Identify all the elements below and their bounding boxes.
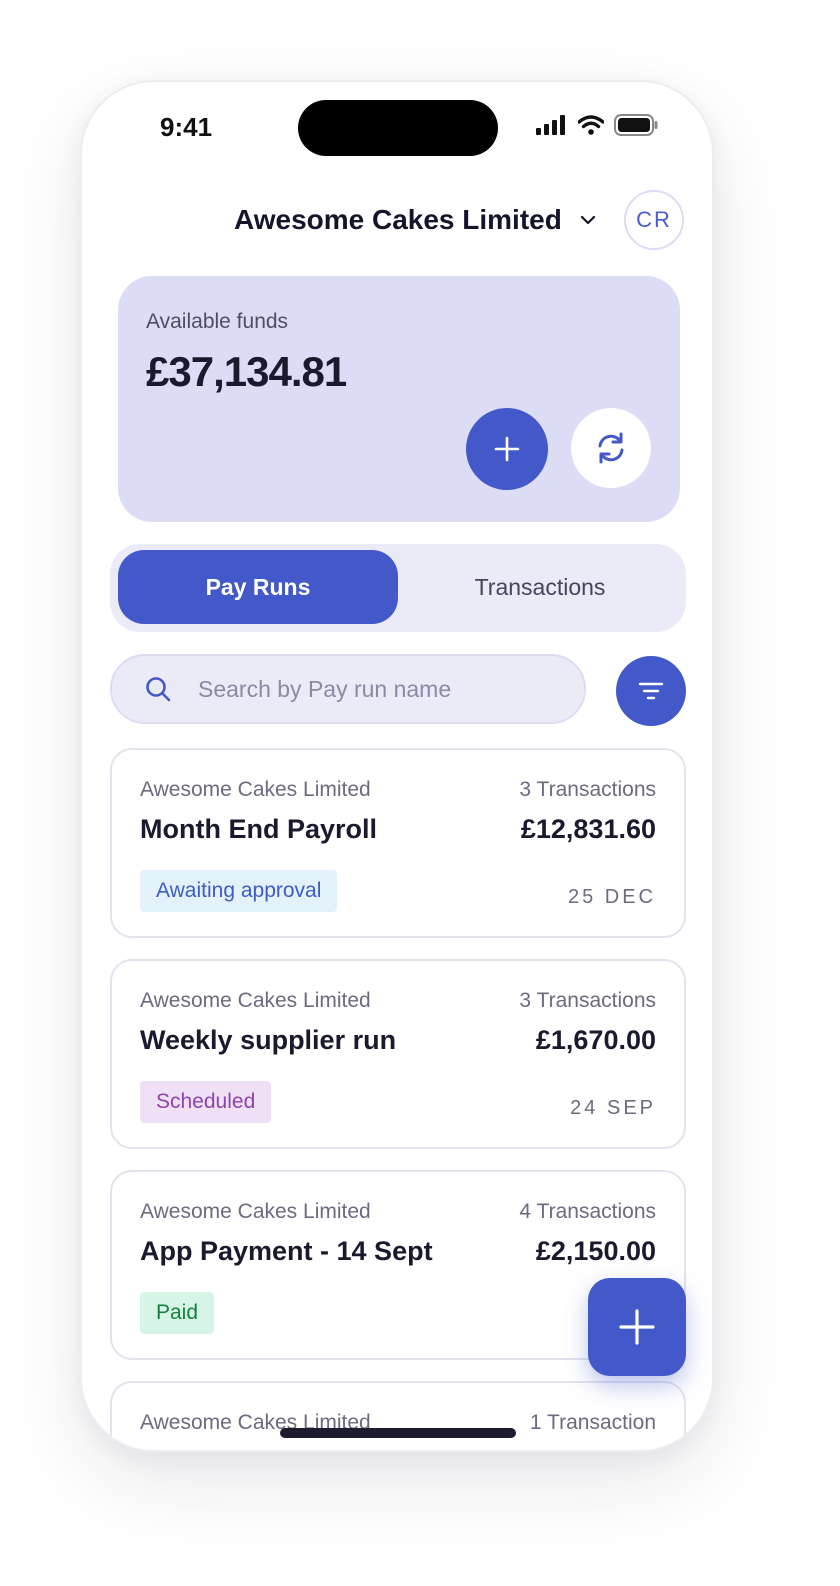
- card-transaction-count: 4 Transactions: [519, 1200, 656, 1223]
- tab-bar: Pay Runs Transactions: [110, 544, 686, 632]
- create-pay-run-button[interactable]: [588, 1278, 686, 1376]
- card-company: Awesome Cakes Limited: [140, 778, 371, 801]
- card-date: 25 DEC: [567, 886, 656, 908]
- card-transaction-count: 1 Transaction: [529, 1411, 656, 1434]
- refresh-button[interactable]: [571, 408, 651, 488]
- status-time: 9:41: [160, 112, 213, 142]
- battery-icon: [614, 114, 658, 136]
- search-placeholder: Search by Pay run name: [198, 675, 452, 702]
- filter-icon: [638, 682, 664, 700]
- home-indicator: [280, 1428, 516, 1438]
- signal-icon: [536, 115, 565, 135]
- card-amount: £2,150.00: [535, 1236, 656, 1266]
- avatar[interactable]: CR: [624, 190, 684, 250]
- tab-transactions[interactable]: Transactions: [400, 550, 680, 624]
- card-company: Awesome Cakes Limited: [140, 989, 371, 1012]
- phone-frame: 9:41 Awesome Cakes Limited CR Available …: [80, 80, 714, 1452]
- status-badge: Paid: [140, 1292, 215, 1334]
- plus-icon: [619, 1309, 655, 1345]
- search-icon: [144, 675, 172, 703]
- card-transaction-count: 3 Transactions: [519, 778, 656, 801]
- card-company: Awesome Cakes Limited: [140, 1200, 371, 1223]
- card-pay-run-name: App Payment - 14 Sept: [140, 1236, 433, 1266]
- chevron-down-icon: [580, 215, 595, 225]
- card-date: 24 SEP: [570, 1097, 656, 1119]
- company-name: Awesome Cakes Limited: [234, 204, 562, 235]
- tab-pay-runs[interactable]: Pay Runs: [118, 550, 398, 624]
- funds-amount: £37,134.81: [146, 348, 347, 395]
- refresh-icon: [598, 432, 624, 464]
- card-amount: £12,831.60: [520, 814, 656, 844]
- pay-run-card[interactable]: Awesome Cakes Limited Month End Payroll …: [110, 748, 686, 938]
- company-switcher[interactable]: Awesome Cakes Limited: [234, 204, 596, 236]
- card-pay-run-name: Weekly supplier run: [140, 1025, 397, 1055]
- card-amount: £1,670.00: [535, 1025, 656, 1055]
- search-input[interactable]: Search by Pay run name: [110, 654, 586, 724]
- status-icons: [536, 114, 658, 136]
- dynamic-island: [298, 100, 498, 156]
- add-funds-button[interactable]: [466, 408, 548, 490]
- card-pay-run-name: Month End Payroll: [140, 814, 378, 844]
- funds-card: Available funds £37,134.81: [118, 276, 680, 522]
- plus-icon: [494, 436, 520, 462]
- pay-run-card[interactable]: Awesome Cakes Limited Weekly supplier ru…: [110, 959, 686, 1149]
- card-transaction-count: 3 Transactions: [519, 989, 656, 1012]
- wifi-icon: [578, 115, 604, 135]
- funds-label: Available funds: [146, 310, 289, 333]
- filter-button[interactable]: [616, 656, 686, 726]
- header: Awesome Cakes Limited: [82, 200, 712, 244]
- status-badge: Awaiting approval: [140, 870, 338, 912]
- pay-run-card[interactable]: Awesome Cakes Limited 1 Transaction: [110, 1381, 686, 1450]
- status-badge: Scheduled: [140, 1081, 272, 1123]
